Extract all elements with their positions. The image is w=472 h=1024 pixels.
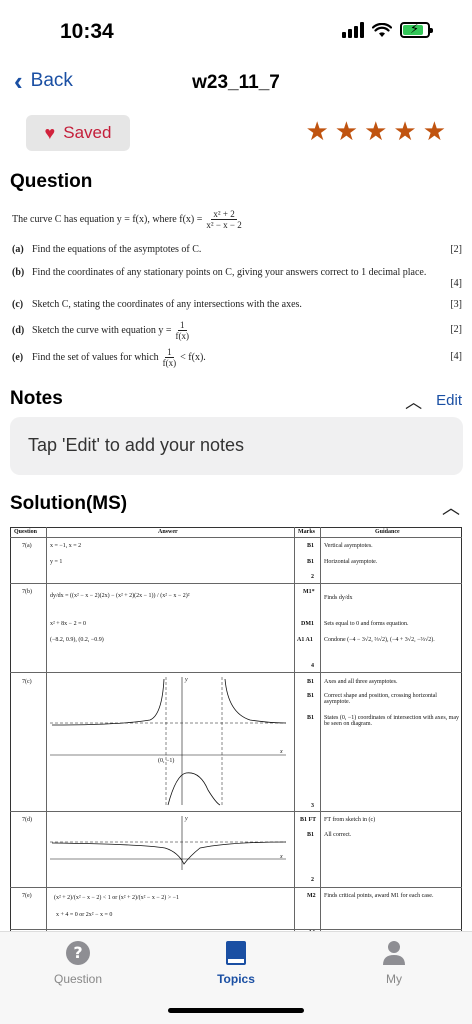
question-part-e: (e) Find the set of values for which 1 f… — [12, 347, 462, 368]
star-icon[interactable]: ★ — [364, 118, 387, 144]
graph-x-label: x — [280, 749, 283, 755]
question-circle-icon: ? — [66, 941, 90, 965]
chevron-up-icon[interactable]: ︿ — [442, 494, 460, 520]
tab-my[interactable]: My — [334, 940, 454, 986]
table-cell: (x² + 2)/(x² − x − 2) < 1 or (x² + 2)/(x… — [54, 895, 179, 901]
table-cell: y = 1 — [50, 559, 63, 565]
table-cell: Finds critical points, award M1 for each… — [324, 893, 434, 899]
table-cell: 4 — [311, 663, 314, 669]
question-part-c: (c) Sketch C, stating the coordinates of… — [12, 299, 462, 310]
table-cell: B1 — [307, 693, 315, 699]
notes-box[interactable]: Tap 'Edit' to add your notes — [10, 417, 463, 475]
table-cell: M1* — [303, 589, 315, 595]
heart-icon: ♥ — [44, 122, 56, 143]
column-header-question: Question — [14, 529, 38, 535]
table-cell: dy/dx = ((x² − x − 2)(2x) − (x² + 2)(2x … — [50, 593, 190, 599]
star-icon[interactable]: ★ — [335, 118, 358, 144]
graph-y-label: y — [185, 677, 188, 683]
status-bar: 10:34 ⚡ — [0, 0, 472, 60]
table-cell: B1 — [307, 832, 315, 838]
saved-label: Saved — [63, 123, 112, 142]
table-cell: States (0, −1) coordinates of intersecti… — [324, 715, 460, 727]
saved-button[interactable]: ♥ Saved — [26, 115, 130, 151]
table-cell: M2 — [307, 893, 316, 899]
question-body: The curve C has equation y = f(x), where… — [12, 202, 462, 369]
table-cell: Condone (−4 − 3√2, ⅔√2), (−4 + 3√2, −⅔√2… — [324, 637, 435, 643]
solution-heading: Solution(MS) — [10, 493, 128, 514]
table-cell: Horizontal asymptote. — [324, 559, 378, 565]
book-icon — [226, 941, 246, 965]
table-cell: x + 4 = 0 or 2x² − x = 0 — [56, 912, 113, 918]
table-cell: DM1 — [301, 621, 314, 627]
notes-placeholder: Tap 'Edit' to add your notes — [28, 435, 245, 455]
question-part-a: (a) Find the equations of the asymptotes… — [12, 244, 462, 255]
star-icon[interactable]: ★ — [305, 118, 328, 144]
table-cell: Vertical asymptotes. — [324, 543, 373, 549]
battery-icon: ⚡ — [400, 21, 433, 38]
person-icon — [383, 941, 405, 965]
tab-label: Topics — [217, 972, 255, 986]
graph-point-label: (0, −1) — [158, 758, 175, 764]
table-cell: B1 — [307, 715, 315, 721]
status-icons: ⚡ — [342, 21, 433, 38]
chevron-up-icon[interactable]: ︿ — [405, 388, 422, 413]
tab-label: My — [386, 972, 402, 986]
column-header-marks: Marks — [298, 529, 315, 535]
column-header-answer: Answer — [158, 529, 178, 535]
table-cell: 7(c) — [22, 679, 32, 685]
question-heading: Question — [10, 171, 93, 192]
table-cell: 7(d) — [22, 817, 32, 823]
question-intro: The curve C has equation y = f(x), where… — [12, 202, 462, 236]
tab-topics[interactable]: Topics — [176, 940, 296, 986]
fraction: 1 f(x) — [175, 320, 190, 341]
table-cell: Axes and all three asymptotes. — [324, 679, 398, 685]
tab-label: Question — [53, 972, 103, 986]
navigation-bar: ‹ Back w23_11_7 — [0, 66, 472, 102]
table-cell: 7(a) — [22, 543, 32, 549]
table-cell: B1 — [307, 679, 315, 685]
table-cell: 3 — [311, 803, 314, 809]
table-cell: B1 — [307, 543, 315, 549]
question-part-b: (b) Find the coordinates of any stationa… — [12, 267, 462, 289]
svg-text:?: ? — [73, 943, 82, 962]
sketch-graph-c — [50, 677, 287, 806]
table-cell: Correct shape and position, crossing hor… — [324, 693, 437, 705]
question-part-d: (d) Sketch the curve with equation y = 1… — [12, 320, 462, 341]
star-rating[interactable]: ★ ★ ★ ★ ★ — [305, 118, 446, 144]
page-title: w23_11_7 — [192, 72, 280, 93]
table-cell: 7(e) — [22, 893, 32, 899]
mark-scheme-table: Question Answer Marks Guidance 7(a) x = … — [10, 527, 462, 937]
table-cell: All correct. — [324, 832, 352, 838]
home-indicator — [168, 1008, 304, 1013]
signal-icon — [342, 22, 364, 38]
table-cell: FT from sketch in (c) — [324, 817, 376, 823]
table-cell: B1 — [307, 559, 315, 565]
wifi-icon — [372, 22, 392, 37]
star-icon[interactable]: ★ — [423, 118, 446, 144]
notes-controls: ︿ Edit — [405, 388, 462, 413]
table-cell: B1 FT — [300, 817, 317, 823]
fraction: 1 f(x) — [162, 347, 177, 368]
edit-button[interactable]: Edit — [436, 392, 462, 409]
fraction: x² + 2 x² − x − 2 — [206, 208, 242, 230]
table-cell: 2 — [311, 574, 314, 580]
table-cell: 7(b) — [22, 589, 32, 595]
table-cell: x² + 8x − 2 = 0 — [50, 621, 86, 627]
question-intro-text: The curve C has equation y = f(x), where… — [12, 213, 203, 225]
tab-question[interactable]: ? Question — [18, 940, 138, 986]
table-cell: x = −1, x = 2 — [50, 543, 82, 549]
graph-y-label: y — [185, 816, 188, 822]
column-header-guidance: Guidance — [375, 529, 400, 535]
table-cell: Sets equal to 0 and forms equation. — [324, 621, 409, 627]
graph-x-label: x — [280, 854, 283, 860]
table-cell: A1 A1 — [297, 637, 313, 643]
notes-heading: Notes — [10, 388, 63, 409]
table-cell: 2 — [311, 877, 314, 883]
status-time: 10:34 — [60, 20, 114, 43]
star-icon[interactable]: ★ — [393, 118, 416, 144]
table-cell: Finds dy/dx — [324, 595, 353, 601]
sketch-graph-d — [50, 816, 287, 870]
table-cell: (−8.2, 0.9), (0.2, −0.9) — [50, 637, 104, 643]
